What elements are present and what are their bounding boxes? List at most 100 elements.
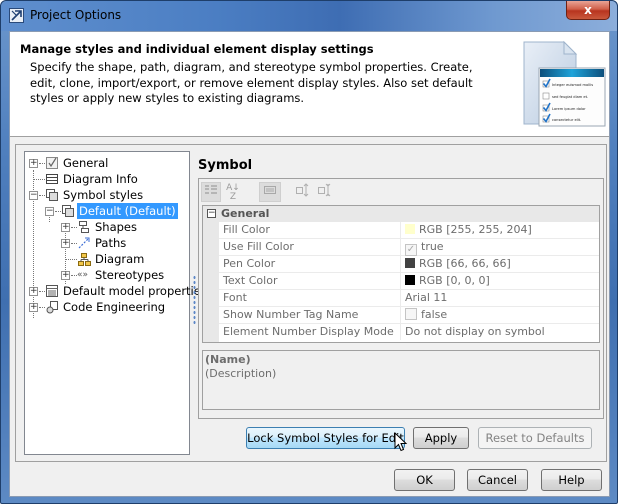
grid-gutter xyxy=(203,222,219,342)
tree-item-shapes[interactable]: + Shapes xyxy=(25,219,189,235)
categorized-view-button[interactable] xyxy=(201,182,221,202)
description-name: (Name) xyxy=(205,353,251,366)
tree-item-label: Diagram xyxy=(95,252,145,266)
styles-icon xyxy=(45,188,59,202)
header-panel: Manage styles and individual element dis… xyxy=(10,32,609,137)
lock-symbol-styles-button[interactable]: Lock Symbol Styles for Edit xyxy=(246,427,405,449)
property-name: Fill Color xyxy=(223,223,270,236)
property-value[interactable]: false xyxy=(405,307,447,323)
property-row[interactable]: Show Number Tag Name false xyxy=(219,307,599,324)
tree-item-label: General xyxy=(63,156,109,170)
property-value-text: RGB [66, 66, 66] xyxy=(419,257,511,270)
collapse-icon[interactable]: − xyxy=(29,191,38,200)
property-value-text: true xyxy=(421,240,444,253)
header-description: Specify the shape, path, diagram, and st… xyxy=(30,60,473,105)
options-group: + General Diagram Info − Symbol styles −… xyxy=(15,144,607,462)
code-engineering-icon xyxy=(45,300,59,314)
checkbox-checked-icon[interactable]: ✓ xyxy=(405,244,417,256)
tree-connector xyxy=(34,179,45,180)
property-value-text: RGB [0, 0, 0] xyxy=(419,274,490,287)
show-description-button[interactable] xyxy=(259,182,281,202)
property-value[interactable]: Arial 11 xyxy=(405,290,447,306)
header-illustration: Integer euismod mollis sed feugiat diam … xyxy=(510,36,608,136)
properties-icon xyxy=(45,284,59,298)
property-value[interactable]: RGB [0, 0, 0] xyxy=(405,273,490,289)
collapse-icon[interactable]: − xyxy=(207,209,216,218)
tree-item-general[interactable]: + General xyxy=(25,155,189,171)
tree-item-label: Shapes xyxy=(95,220,138,234)
tree-item-symbol-styles[interactable]: − Symbol styles xyxy=(25,187,189,203)
cancel-button[interactable]: Cancel xyxy=(467,469,528,491)
ok-button[interactable]: OK xyxy=(394,469,455,491)
tree-item-stereotypes[interactable]: + «» Stereotypes xyxy=(25,267,189,283)
property-name: Font xyxy=(223,291,247,304)
tree-item-label: Symbol styles xyxy=(63,188,144,202)
help-button[interactable]: Help xyxy=(541,469,602,491)
property-row[interactable]: Fill Color RGB [255, 255, 204] xyxy=(219,222,599,239)
styles-icon xyxy=(61,204,75,218)
property-value[interactable]: Do not display on symbol xyxy=(405,324,545,340)
dialog-body: Manage styles and individual element dis… xyxy=(9,31,610,497)
svg-text:sed feugiat diam et.: sed feugiat diam et. xyxy=(552,95,588,99)
property-row[interactable]: Font Arial 11 xyxy=(219,290,599,307)
property-row[interactable]: Use Fill Color ✓ true xyxy=(219,239,599,256)
property-name: Show Number Tag Name xyxy=(223,308,359,321)
property-row[interactable]: Pen Color RGB [66, 66, 66] xyxy=(219,256,599,273)
property-value-text: RGB [255, 255, 204] xyxy=(419,223,532,236)
categorized-icon xyxy=(205,185,217,194)
expand-icon[interactable]: + xyxy=(61,271,70,280)
category-general[interactable]: − General xyxy=(203,206,599,222)
expand-icon[interactable]: + xyxy=(29,303,38,312)
pen-color-swatch xyxy=(405,258,415,268)
header-title: Manage styles and individual element dis… xyxy=(20,42,374,56)
stereotype-icon: «» xyxy=(77,270,89,280)
property-value[interactable]: RGB [66, 66, 66] xyxy=(405,256,511,272)
title-bar[interactable]: Project Options x xyxy=(1,1,617,31)
property-row[interactable]: Element Number Display Mode Do not displ… xyxy=(219,324,599,341)
tree-item-default-style[interactable]: − Default (Default) xyxy=(25,203,189,219)
app-icon xyxy=(9,8,24,23)
column-separator xyxy=(400,324,401,340)
properties-frame: A↓ Z − General Fill Color RGB [255, 255,… xyxy=(198,178,604,419)
tree-item-label: Code Engineering xyxy=(63,300,166,314)
property-name: Use Fill Color xyxy=(223,240,294,253)
expand-icon[interactable]: + xyxy=(61,239,70,248)
sort-alphabetical-button[interactable]: A↓ Z xyxy=(223,182,243,202)
collapse-all-button[interactable] xyxy=(315,182,335,202)
expand-icon[interactable]: + xyxy=(29,287,38,296)
checkbox-unchecked-icon[interactable] xyxy=(405,308,417,320)
collapse-icon[interactable]: − xyxy=(45,207,54,216)
column-separator xyxy=(400,256,401,272)
property-value[interactable]: ✓ true xyxy=(405,239,444,256)
tree-item-diagram-info[interactable]: Diagram Info xyxy=(25,171,189,187)
paths-icon xyxy=(77,236,91,250)
reset-to-defaults-button[interactable]: Reset to Defaults xyxy=(478,427,592,449)
mouse-pointer-icon xyxy=(394,432,408,452)
diagram-icon xyxy=(77,252,91,266)
splitter-handle[interactable] xyxy=(193,275,196,325)
collapse-all-icon xyxy=(318,183,331,197)
expand-all-icon xyxy=(296,183,309,197)
tree-item-label: Default model properties xyxy=(63,284,207,298)
tree-item-paths[interactable]: + Paths xyxy=(25,235,189,251)
styles-illustration-icon: Integer euismod mollis sed feugiat diam … xyxy=(523,40,606,127)
text-color-swatch xyxy=(405,275,415,285)
property-row[interactable]: Text Color RGB [0, 0, 0] xyxy=(219,273,599,290)
tree-item-label: Default (Default) xyxy=(77,203,178,219)
apply-button[interactable]: Apply xyxy=(413,427,469,449)
expand-icon[interactable]: + xyxy=(29,159,38,168)
tree-item-code-engineering[interactable]: + Code Engineering xyxy=(25,299,189,315)
tree-item-default-model-properties[interactable]: + Default model properties xyxy=(25,283,207,299)
svg-text:Lorem ipsum dolor: Lorem ipsum dolor xyxy=(552,107,586,111)
tree-item-diagram[interactable]: Diagram xyxy=(25,251,189,267)
close-icon: x xyxy=(584,3,592,17)
column-separator xyxy=(400,273,401,289)
expand-icon[interactable]: + xyxy=(61,223,70,232)
project-options-dialog: Project Options x Manage styles and indi… xyxy=(0,0,618,504)
close-button[interactable]: x xyxy=(566,1,610,20)
column-separator xyxy=(400,239,401,255)
property-name: Pen Color xyxy=(223,257,276,270)
property-value[interactable]: RGB [255, 255, 204] xyxy=(405,222,532,238)
options-tree[interactable]: + General Diagram Info − Symbol styles −… xyxy=(24,151,207,455)
expand-all-button[interactable] xyxy=(293,182,313,202)
